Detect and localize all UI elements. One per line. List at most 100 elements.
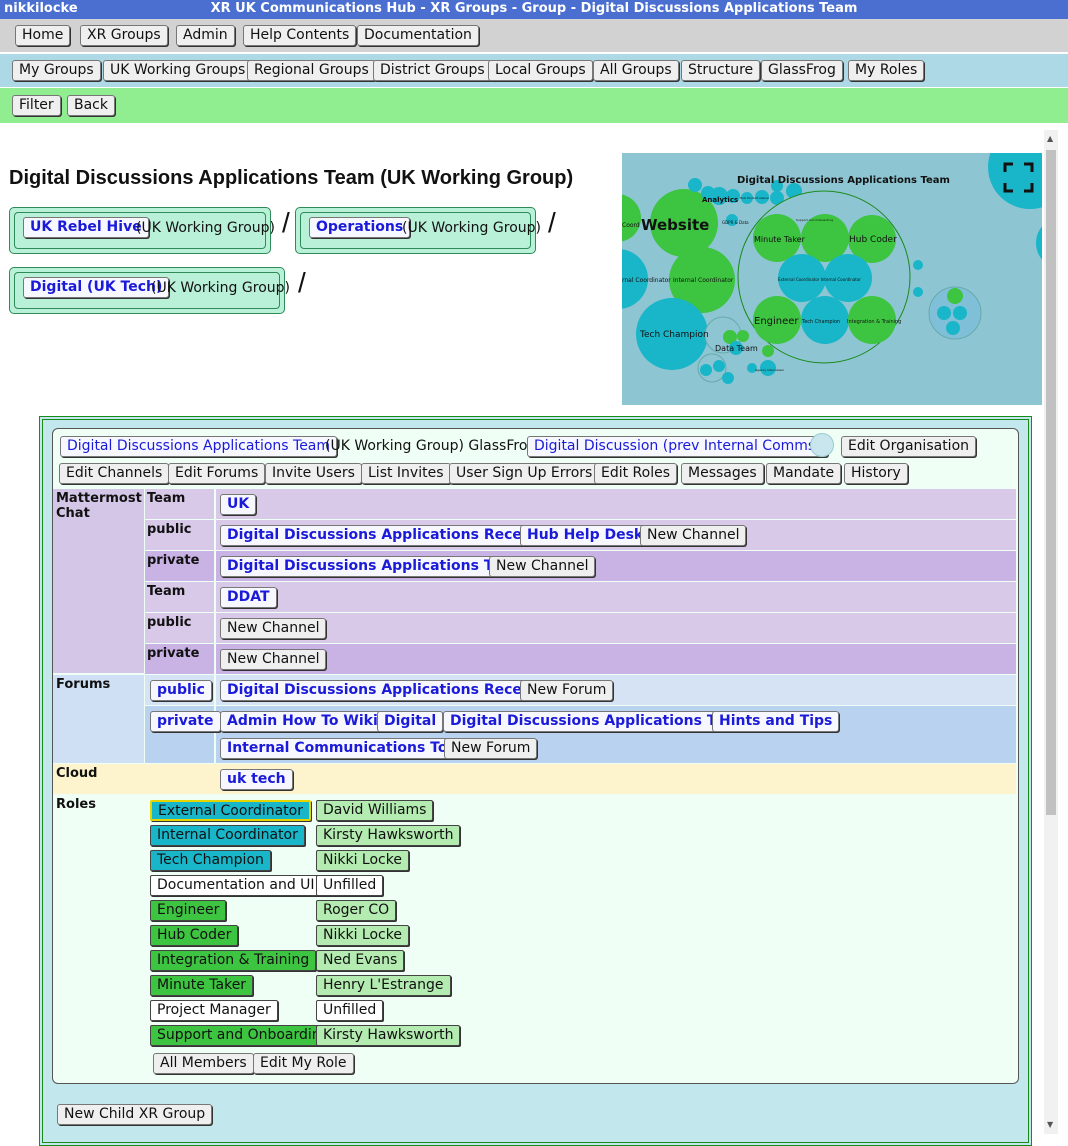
- scroll-up-icon[interactable]: ▲: [1047, 134, 1053, 143]
- district-groups-button[interactable]: District Groups: [373, 60, 492, 81]
- forum-link[interactable]: Hints and Tips: [712, 711, 840, 732]
- map-bubble: [622, 194, 641, 242]
- forums-public-link[interactable]: public: [150, 680, 212, 701]
- messages-button[interactable]: Messages: [681, 463, 764, 484]
- page-scrollbar[interactable]: ▲ ▼: [1044, 130, 1058, 1134]
- mm-channel-link[interactable]: Digital Discussions Applications Recepti…: [220, 525, 570, 546]
- nav-home-button[interactable]: Home: [15, 25, 71, 46]
- forum-link[interactable]: Admin How To Wikis: [220, 711, 394, 732]
- role-holder[interactable]: Henry L'Estrange: [316, 975, 451, 996]
- window-title: XR UK Communications Hub - XR Groups - G…: [210, 1, 858, 16]
- map-label: rnal Coordinator: [622, 277, 671, 284]
- role-holder[interactable]: David Williams: [316, 800, 434, 821]
- nav-documentation-button[interactable]: Documentation: [357, 25, 479, 46]
- window-title-bar: nikkilocke XR UK Communications Hub - XR…: [0, 0, 1068, 19]
- forum-link[interactable]: Internal Communications Tools: [220, 738, 478, 759]
- role-holder[interactable]: Kirsty Hawksworth: [316, 1025, 461, 1046]
- forum-link[interactable]: Digital Discussions Applications Team: [443, 711, 756, 732]
- map-bubble: [713, 360, 725, 372]
- nav-admin-button[interactable]: Admin: [176, 25, 235, 46]
- list-invites-button[interactable]: List Invites: [361, 463, 451, 484]
- filter-button[interactable]: Filter: [12, 95, 61, 116]
- cloud-link[interactable]: uk tech: [220, 769, 293, 790]
- map-bubble: [722, 372, 734, 384]
- all-members-button[interactable]: All Members: [153, 1053, 254, 1074]
- map-label: Support and Onboarding: [796, 218, 833, 222]
- breadcrumb-link-operations[interactable]: Operations: [309, 217, 411, 238]
- edit-organisation-button[interactable]: Edit Organisation: [841, 436, 977, 457]
- roles-label: Roles: [56, 797, 96, 812]
- new-forum-button[interactable]: New Forum: [444, 738, 538, 759]
- nav-help-contents-button[interactable]: Help Contents: [243, 25, 357, 46]
- role-documentation-and-ui[interactable]: Documentation and UI: [150, 875, 322, 896]
- back-button[interactable]: Back: [67, 95, 115, 116]
- forum-link[interactable]: Digital: [377, 711, 444, 732]
- role-internal-coordinator[interactable]: Internal Coordinator: [150, 825, 305, 846]
- edit-forums-button[interactable]: Edit Forums: [168, 463, 266, 484]
- map-label: GDPR & Data: [722, 220, 749, 225]
- mm-team-link-ddat[interactable]: DDAT: [220, 587, 277, 608]
- role-holder[interactable]: Kirsty Hawksworth: [316, 825, 461, 846]
- role-holder[interactable]: Roger CO: [316, 900, 397, 921]
- new-channel-button[interactable]: New Channel: [220, 618, 327, 639]
- glassfrog-thumbnail-icon[interactable]: [810, 433, 834, 457]
- map-label: Website: [641, 216, 709, 234]
- forums-label: Forums: [56, 677, 111, 692]
- cloud-label: Cloud: [56, 766, 98, 781]
- new-channel-button[interactable]: New Channel: [489, 556, 596, 577]
- role-tech-champion[interactable]: Tech Champion: [150, 850, 271, 871]
- history-button[interactable]: History: [844, 463, 908, 484]
- mm-channel-link[interactable]: Digital Discussions Applications Team: [220, 556, 533, 577]
- mm-team-link-uk[interactable]: UK: [220, 494, 257, 515]
- role-holder-unfilled[interactable]: Unfilled: [316, 1000, 384, 1021]
- role-project-manager[interactable]: Project Manager: [150, 1000, 278, 1021]
- forum-link[interactable]: Digital Discussions Applications Recepti…: [220, 680, 570, 701]
- role-minute-taker[interactable]: Minute Taker: [150, 975, 254, 996]
- breadcrumb: Operations (UK Working Group): [295, 207, 541, 254]
- regional-groups-button[interactable]: Regional Groups: [247, 60, 376, 81]
- breadcrumb-link-digital-uk-tech[interactable]: Digital (UK Tech): [23, 277, 170, 298]
- map-bubble: [688, 178, 702, 192]
- glassfrog-bubble-map[interactable]: Digital Discussions Applications Team We…: [622, 153, 1042, 405]
- structure-button[interactable]: Structure: [681, 60, 761, 81]
- role-external-coordinator[interactable]: External Coordinator: [150, 800, 311, 821]
- role-holder[interactable]: Nikki Locke: [316, 925, 409, 946]
- new-channel-button[interactable]: New Channel: [640, 525, 747, 546]
- scroll-down-icon[interactable]: ▼: [1047, 1120, 1053, 1129]
- map-bubble: [700, 364, 712, 376]
- role-holder[interactable]: Nikki Locke: [316, 850, 409, 871]
- role-hub-coder[interactable]: Hub Coder: [150, 925, 239, 946]
- role-support-and-onboarding[interactable]: Support and Onboarding: [150, 1025, 337, 1046]
- my-groups-button[interactable]: My Groups: [12, 60, 101, 81]
- new-child-xr-group-button[interactable]: New Child XR Group: [57, 1104, 213, 1125]
- all-groups-button[interactable]: All Groups: [593, 60, 679, 81]
- forums-private-link[interactable]: private: [150, 711, 221, 732]
- group-name-link[interactable]: Digital Discussions Applications Team: [60, 436, 338, 457]
- breadcrumb: UK Rebel Hive (UK Working Group): [9, 207, 275, 254]
- role-holder[interactable]: Ned Evans: [316, 950, 405, 971]
- scrollbar-thumb[interactable]: [1046, 150, 1056, 815]
- breadcrumb-link-uk-rebel-hive[interactable]: UK Rebel Hive: [23, 217, 149, 238]
- invite-users-button[interactable]: Invite Users: [265, 463, 362, 484]
- glassfrog-link[interactable]: Digital Discussion (prev Internal Comms): [527, 436, 828, 457]
- local-groups-button[interactable]: Local Groups: [488, 60, 593, 81]
- mm-channel-link[interactable]: Hub Help Desk: [520, 525, 651, 546]
- user-sign-up-errors-button[interactable]: User Sign Up Errors: [449, 463, 600, 484]
- nav-xr-groups-button[interactable]: XR Groups: [80, 25, 168, 46]
- new-channel-button[interactable]: New Channel: [220, 649, 327, 670]
- map-label: Minute Taker: [754, 235, 806, 244]
- my-roles-button[interactable]: My Roles: [848, 60, 925, 81]
- edit-channels-button[interactable]: Edit Channels: [59, 463, 170, 484]
- edit-my-role-button[interactable]: Edit My Role: [253, 1053, 354, 1074]
- glassfrog-button[interactable]: GlassFrog: [761, 60, 843, 81]
- role-holder-unfilled[interactable]: Unfilled: [316, 875, 384, 896]
- role-engineer[interactable]: Engineer: [150, 900, 227, 921]
- role-integration-training[interactable]: Integration & Training: [150, 950, 317, 971]
- breadcrumb-separator: /: [282, 207, 290, 238]
- new-forum-button[interactable]: New Forum: [520, 680, 614, 701]
- mm-row-kind: public: [147, 522, 192, 537]
- edit-roles-button[interactable]: Edit Roles: [594, 463, 678, 484]
- uk-working-groups-button[interactable]: UK Working Groups: [103, 60, 253, 81]
- mandate-button[interactable]: Mandate: [766, 463, 842, 484]
- map-bubble: [737, 330, 749, 342]
